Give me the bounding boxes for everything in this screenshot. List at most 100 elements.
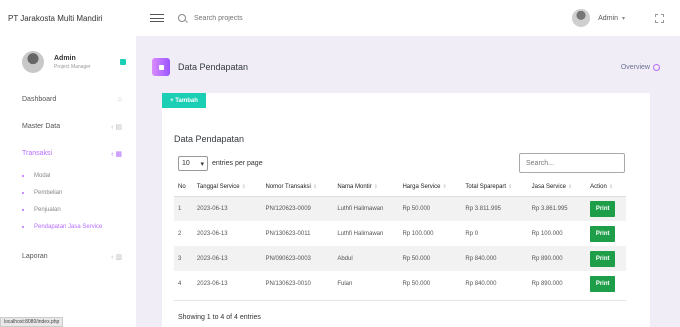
folder-icon: ‹ ▤ <box>111 123 122 131</box>
cell-action: Print <box>586 246 626 271</box>
card-title: Data Pendapatan <box>174 134 245 144</box>
sidebar-item-transaksi[interactable]: Transaksi ‹ ▦ <box>0 140 136 167</box>
print-button[interactable]: Print <box>590 225 616 242</box>
column-header[interactable]: Tanggal Service ⇕ <box>192 179 262 197</box>
cell-mechanic: Luthfi Halimawan <box>333 196 399 221</box>
table-divider <box>174 300 626 301</box>
table-header-row: No Tanggal Service ⇕ Nomor Transaksi ⇕ Nam… <box>174 179 626 197</box>
table-row: 1 2023-06-13 PN/120623-0009 Luthfi Halim… <box>174 196 626 221</box>
entries-select[interactable]: 10 ▾ <box>178 156 208 171</box>
top-navbar: PT Jarakosta Multi Mandiri Admin ▾ <box>0 0 680 36</box>
cell-date: 2023-06-13 <box>192 196 262 221</box>
search-input[interactable] <box>194 14 314 22</box>
cell-sparepart-total: Rp 3.811.995 <box>461 196 528 221</box>
cell-date: 2023-06-13 <box>192 246 262 271</box>
column-header[interactable]: Nomor Transaksi ⇕ <box>261 179 334 197</box>
menu-toggle-icon[interactable] <box>148 11 166 25</box>
cell-no: 2 <box>178 230 182 237</box>
data-card: + Tambah Data Pendapatan 10 ▾ entries pe… <box>162 93 650 327</box>
sidebar-item-dashboard[interactable]: Dashboard ⌂ <box>0 86 136 113</box>
cell-date: 2023-06-13 <box>196 230 228 237</box>
page-title: Data Pendapatan <box>178 62 249 72</box>
bullet-icon <box>22 191 24 194</box>
cell-sparepart-total: Rp 840.000 <box>465 280 497 287</box>
sidebar-item-label: Master Data <box>22 123 61 130</box>
sidebar-item-master-data[interactable]: Master Data ‹ ▤ <box>0 113 136 140</box>
overview-label: Overview <box>620 63 650 71</box>
cell-no: 4 <box>178 280 182 287</box>
home-icon: ⌂ <box>117 96 122 103</box>
sidebar-subitem-penjualan[interactable]: Penjualan <box>22 201 136 218</box>
cell-action: Print <box>586 221 626 246</box>
page-header: Data Pendapatan Overview <box>152 56 660 78</box>
cart-icon: ‹ ▦ <box>111 150 122 158</box>
cell-service-fee: Rp 890.000 <box>527 246 587 271</box>
table-row: 2 2023-06-13 PN/130623-0011 Luthfi Halim… <box>174 221 626 246</box>
sidebar-subitem-label: Pembelian <box>34 189 63 196</box>
sidebar-subitem-label: Pendapatan Jasa Service <box>34 223 103 230</box>
cell-action: Print <box>586 271 626 296</box>
cell-sparepart-total: Rp 0 <box>465 230 479 237</box>
column-header[interactable]: Total Sparepart ⇕ <box>461 179 528 197</box>
cell-mechanic: Fulan <box>337 280 353 287</box>
cell-service-price: Rp 50.000 <box>402 280 431 287</box>
entries-per-page: 10 ▾ entries per page <box>178 156 263 171</box>
table-row: 3 2023-06-13 PN/090623-0003 Abdul Rp 50.… <box>174 246 626 271</box>
sidebar-subitem-pembelian[interactable]: Pembelian <box>22 184 136 201</box>
entries-label: entries per page <box>212 160 263 167</box>
sidebar-subitem-modal[interactable]: Modal <box>22 167 136 184</box>
profile-name: Admin <box>54 54 76 62</box>
sidebar-item-label: Transaksi <box>22 150 53 157</box>
fullscreen-icon[interactable] <box>655 13 664 23</box>
sidebar-subitem-label: Penjualan <box>34 206 61 213</box>
column-header[interactable]: Nama Montir ⇕ <box>333 179 399 197</box>
info-icon <box>653 63 660 71</box>
avatar <box>22 51 44 73</box>
online-status-icon <box>120 59 126 65</box>
pendapatan-table: No Tanggal Service ⇕ Nomor Transaksi ⇕ Nam… <box>174 179 626 296</box>
overview-link[interactable]: Overview <box>620 63 660 71</box>
avatar[interactable] <box>572 9 591 27</box>
cell-no: 1 <box>174 196 193 221</box>
print-button[interactable]: Print <box>590 250 616 267</box>
search-icon <box>178 14 186 22</box>
cell-sparepart-total: Rp 840.000 <box>461 246 528 271</box>
cell-no: 3 <box>174 246 193 271</box>
table-info: Showing 1 to 4 of 4 entries <box>178 314 261 321</box>
sidebar-profile[interactable]: Admin Project Manager <box>0 36 136 76</box>
print-button[interactable]: Print <box>590 200 616 217</box>
file-icon: ‹ ▥ <box>111 253 122 261</box>
page-icon <box>152 58 170 76</box>
table-search-input[interactable]: Search... <box>519 153 625 173</box>
search-box <box>178 14 314 22</box>
bullet-icon <box>22 208 24 211</box>
table-row: 4 2023-06-13 PN/130623-0010 Fulan Rp 50.… <box>174 271 626 296</box>
sidebar-item-label: Laporan <box>22 253 48 260</box>
bullet-icon <box>22 225 24 228</box>
cell-transaction: PN/120623-0009 <box>261 196 334 221</box>
cell-service-fee: Rp 3.861.995 <box>527 196 587 221</box>
sidebar-subitem-pendapatan-jasa-service[interactable]: Pendapatan Jasa Service <box>22 218 136 235</box>
user-name[interactable]: Admin <box>598 15 618 22</box>
column-header[interactable]: No <box>174 179 193 197</box>
chevron-down-icon[interactable]: ▾ <box>622 15 625 22</box>
brand-name[interactable]: PT Jarakosta Multi Mandiri <box>0 14 136 23</box>
sidebar-item-laporan[interactable]: Laporan ‹ ▥ <box>0 243 136 270</box>
column-header[interactable]: Jasa Service ⇕ <box>527 179 587 197</box>
bullet-icon <box>22 174 24 177</box>
sidebar-subitem-label: Modal <box>34 172 51 179</box>
cell-transaction: PN/130623-0010 <box>265 280 311 287</box>
column-header[interactable]: Action ⇕ <box>586 179 626 197</box>
chevron-down-icon: ▾ <box>200 160 204 168</box>
cell-service-fee: Rp 890.000 <box>531 280 563 287</box>
column-header[interactable]: Harga Service ⇕ <box>398 179 462 197</box>
user-menu: Admin ▾ <box>572 0 680 36</box>
cell-transaction: PN/090623-0003 <box>261 246 334 271</box>
add-button[interactable]: + Tambah <box>162 93 206 108</box>
cell-mechanic: Luthfi Halimawan <box>337 230 384 237</box>
cell-service-fee: Rp 100.000 <box>531 230 563 237</box>
profile-role: Project Manager <box>54 63 91 70</box>
sidebar: Admin Project Manager Dashboard ⌂ Master… <box>0 36 136 327</box>
print-button[interactable]: Print <box>590 275 616 292</box>
sidebar-menu: Dashboard ⌂ Master Data ‹ ▤ Transaksi ‹ … <box>0 86 136 270</box>
